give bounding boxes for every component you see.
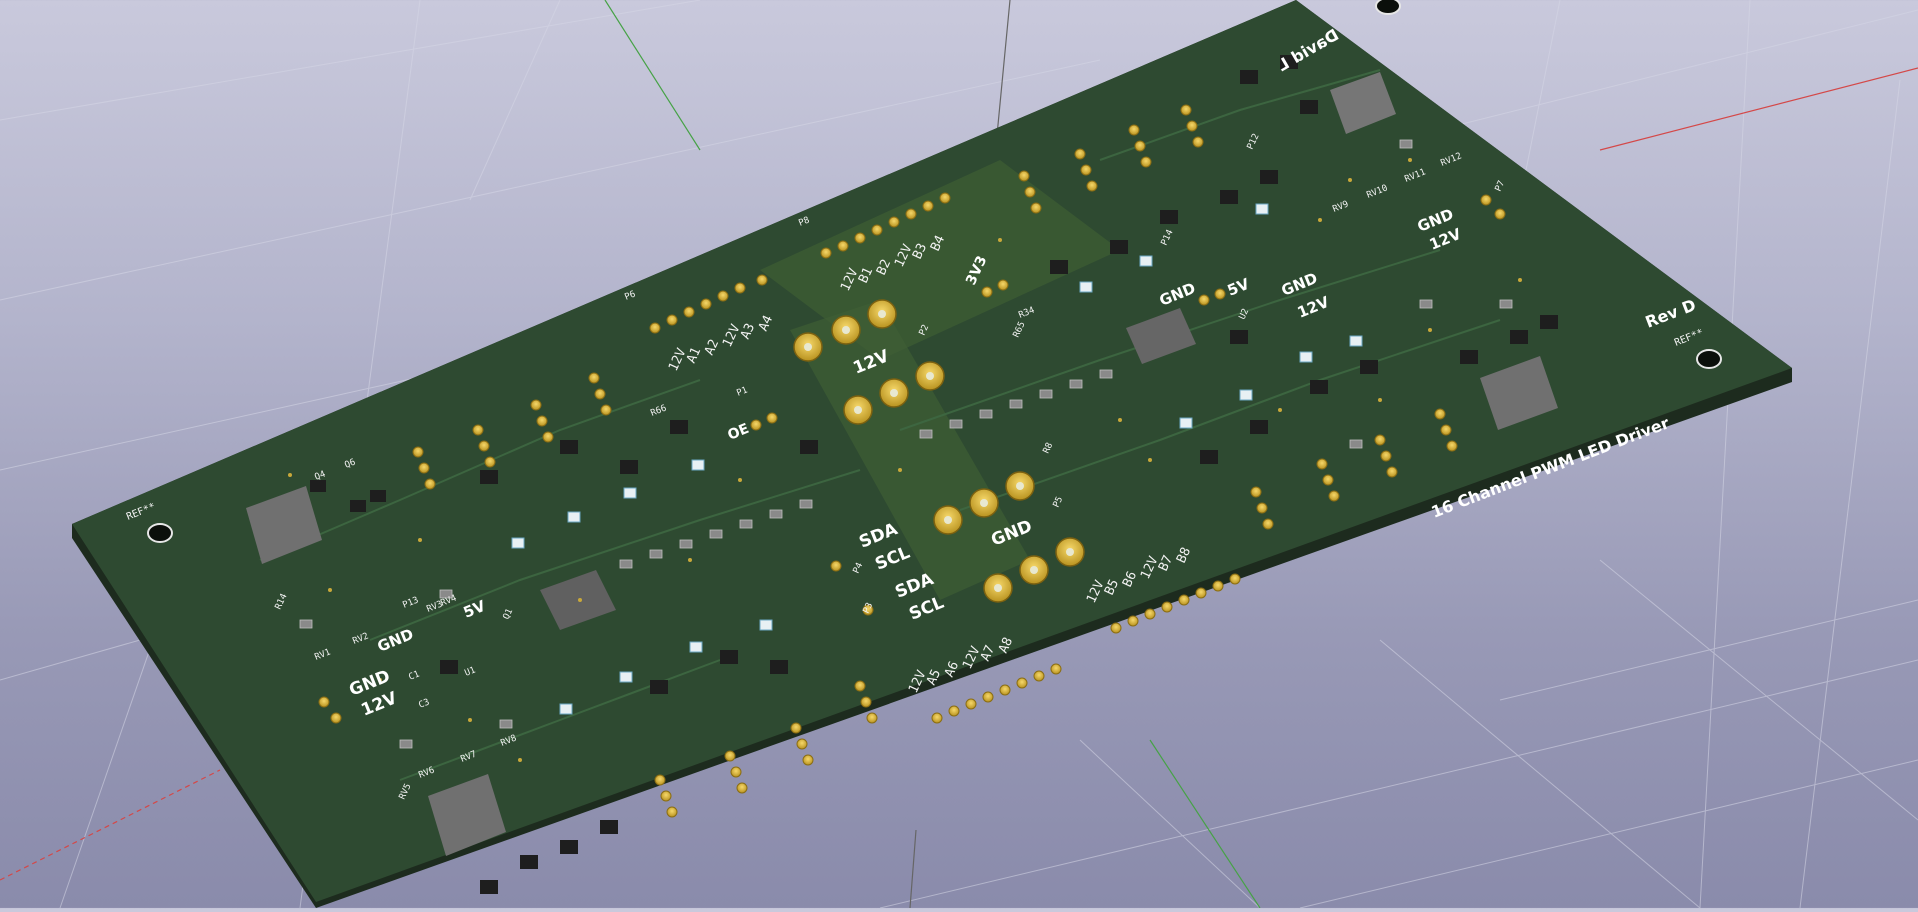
3d-viewport[interactable]: 16 Channel PWM LED Driver Rev D David L … <box>0 0 1918 909</box>
pcb-render: 16 Channel PWM LED Driver Rev D David L … <box>0 0 1918 909</box>
